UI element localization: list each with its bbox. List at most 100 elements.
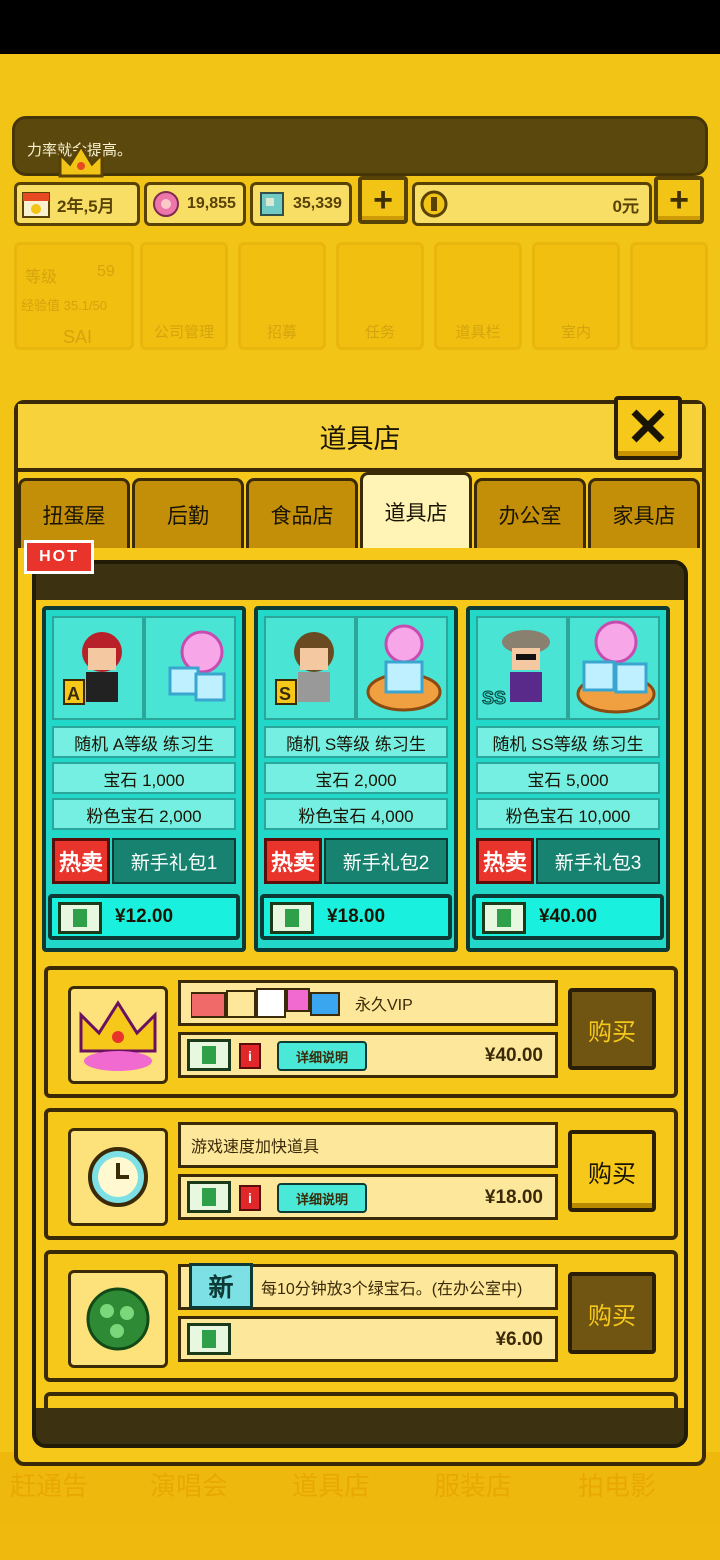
pack-price: ¥18.00	[326, 906, 386, 927]
cash-icon	[270, 902, 314, 934]
bg-bottom-item-2: 道具店	[292, 1471, 371, 1501]
list-item-partial	[44, 1392, 678, 1408]
item-name: 每10分钟放3个绿宝石。(在办公室中)	[261, 1281, 523, 1298]
tab-logistics[interactable]: 后勤	[132, 478, 244, 548]
close-icon	[628, 408, 668, 449]
pink-gem-count: 19,855	[187, 195, 236, 212]
bg-bottom-item-3: 服装店	[434, 1471, 513, 1501]
bg-menu-inventory: 道具栏	[434, 242, 522, 350]
item-price-box: i 详细说明 ¥18.00	[178, 1174, 558, 1220]
item-shop-modal: 道具店 扭蛋屋 后勤 食品店 道具店 办公室 家具店 A 随机 A等级 练习生 …	[14, 396, 706, 1466]
pink-gem-icon	[151, 189, 181, 219]
pack-price-button[interactable]: ¥18.00	[260, 894, 452, 940]
cash-icon	[187, 1323, 231, 1355]
pack-price: ¥12.00	[114, 906, 174, 927]
hot-sale-badge: 热卖	[52, 838, 110, 884]
buy-button[interactable]: 购买	[568, 1272, 656, 1354]
pack-price-button[interactable]: ¥40.00	[472, 894, 664, 940]
trainee-ss-icon: SS	[476, 616, 568, 720]
level-label: 等级	[25, 269, 58, 286]
bg-bottom-item-1: 演唱会	[150, 1471, 229, 1501]
cash-icon	[482, 902, 526, 934]
item-name: 游戏速度加快道具	[191, 1139, 320, 1156]
bg-menu-tasks: 任务	[336, 242, 424, 350]
player-level-panel: 等级 59 经验值 35.1/50 SAI	[14, 242, 134, 350]
background-bottom-bar: 赶通告 演唱会 道具店 服装店 拍电影	[0, 1452, 720, 1560]
buy-button[interactable]: 购买	[568, 1130, 656, 1212]
pink-gem-counter: 19,855	[144, 182, 246, 226]
coin-icon	[419, 189, 449, 219]
buy-button[interactable]: 购买	[568, 988, 656, 1070]
hot-flag-badge: HOT	[24, 540, 94, 574]
green-gem-icon	[68, 1270, 168, 1368]
background-menu: 等级 59 经验值 35.1/50 SAI 公司管理 招募 任务 道具栏 室内	[0, 236, 720, 356]
bg-bottom-item-4: 拍电影	[578, 1471, 657, 1501]
pack-title: 随机 SS等级 练习生	[476, 726, 660, 758]
item-name: 永久VIP	[355, 997, 413, 1014]
exp-label: 经验值 35.1/50	[21, 298, 107, 313]
item-price-box: ¥6.00	[178, 1316, 558, 1362]
date-display: 2年,5月	[14, 182, 140, 226]
hot-sale-badge: 热卖	[476, 838, 534, 884]
trainee-a-icon: A	[52, 616, 144, 720]
level-value: 59	[97, 263, 115, 280]
bg-menu-extra	[630, 242, 708, 350]
bg-bottom-item-0: 赶通告	[10, 1471, 89, 1501]
add-money-button[interactable]: +	[654, 176, 704, 224]
pack-title: 随机 S等级 练习生	[264, 726, 448, 758]
info-icon[interactable]: i	[239, 1043, 261, 1069]
system-status-bar	[0, 0, 720, 54]
speed-item-row: 游戏速度加快道具 i 详细说明 ¥18.00 购买	[44, 1108, 678, 1240]
new-badge: 新	[189, 1263, 253, 1309]
details-tag[interactable]: 详细说明	[277, 1183, 367, 1213]
vip-perks-icons	[191, 987, 341, 1019]
info-icon[interactable]: i	[239, 1185, 261, 1211]
pack-pink-gems: 粉色宝石 2,000	[52, 798, 236, 830]
tab-food[interactable]: 食品店	[246, 478, 358, 548]
player-name: SAI	[63, 327, 93, 347]
money-display: 0元	[412, 182, 652, 226]
bg-menu-recruit: 招募	[238, 242, 326, 350]
message-bar: 力率就会提高。	[12, 116, 708, 176]
pack-gems: 宝石 1,000	[52, 762, 236, 794]
clock-icon	[68, 1128, 168, 1226]
gem-pile-icon	[568, 616, 660, 720]
starter-pack-3[interactable]: SS 随机 SS等级 练习生 宝石 5,000 粉色宝石 10,000 热卖 新…	[466, 606, 670, 952]
cash-icon	[58, 902, 102, 934]
item-price: ¥40.00	[484, 1045, 543, 1066]
tab-items[interactable]: 道具店	[360, 472, 472, 548]
pack-price-button[interactable]: ¥12.00	[48, 894, 240, 940]
crown-icon	[56, 142, 106, 180]
tab-office[interactable]: 办公室	[474, 478, 586, 548]
pack-gems: 宝石 5,000	[476, 762, 660, 794]
tab-gacha[interactable]: 扭蛋屋	[18, 478, 130, 548]
blue-gem-icon	[257, 189, 287, 219]
pack-pink-gems: 粉色宝石 4,000	[264, 798, 448, 830]
close-button[interactable]	[614, 396, 682, 460]
pack-pink-gems: 粉色宝石 10,000	[476, 798, 660, 830]
starter-pack-1[interactable]: A 随机 A等级 练习生 宝石 1,000 粉色宝石 2,000 热卖 新手礼包…	[42, 606, 246, 952]
bg-menu-interior: 室内	[532, 242, 620, 350]
pack-title: 随机 A等级 练习生	[52, 726, 236, 758]
blue-gem-count: 35,339	[293, 195, 342, 212]
pack-price: ¥40.00	[538, 906, 598, 927]
starter-pack-2[interactable]: S 随机 S等级 练习生 宝石 2,000 粉色宝石 4,000 热卖 新手礼包…	[254, 606, 458, 952]
item-name-box: 永久VIP	[178, 980, 558, 1026]
green-gem-item-row: 新 每10分钟放3个绿宝石。(在办公室中) ¥6.00 购买	[44, 1250, 678, 1382]
svg-text:SS: SS	[482, 688, 506, 708]
modal-title: 道具店	[319, 423, 401, 454]
shop-list: A 随机 A等级 练习生 宝石 1,000 粉色宝石 2,000 热卖 新手礼包…	[36, 600, 684, 1408]
calendar-icon	[21, 189, 51, 219]
pack-name: 新手礼包2	[324, 838, 448, 884]
svg-text:S: S	[279, 684, 291, 704]
pack-name: 新手礼包1	[112, 838, 236, 884]
shop-tabs: 扭蛋屋 后勤 食品店 道具店 办公室 家具店	[18, 472, 702, 548]
vip-crown-icon	[68, 986, 168, 1084]
add-gems-button[interactable]: +	[358, 176, 408, 224]
svg-text:A: A	[67, 684, 80, 704]
details-tag[interactable]: 详细说明	[277, 1041, 367, 1071]
item-name-box: 新 每10分钟放3个绿宝石。(在办公室中)	[178, 1263, 558, 1310]
item-price-box: i 详细说明 ¥40.00	[178, 1032, 558, 1078]
vip-item-row: 永久VIP i 详细说明 ¥40.00 购买	[44, 966, 678, 1098]
tab-furniture[interactable]: 家具店	[588, 478, 700, 548]
